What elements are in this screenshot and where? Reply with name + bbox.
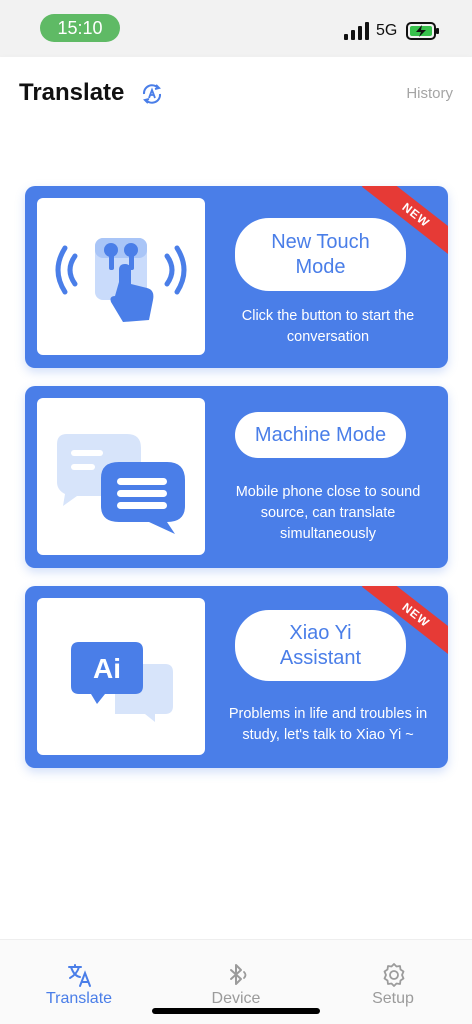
bluetooth-icon — [230, 964, 247, 985]
xiao-yi-assistant-description: Problems in life and troubles in study, … — [228, 706, 428, 743]
header: Translate History — [0, 57, 472, 129]
machine-mode-illustration — [37, 398, 205, 555]
tab-setup-label: Setup — [372, 990, 414, 1007]
gear-icon — [383, 963, 405, 987]
new-touch-mode-description: Click the button to start the conversati… — [241, 308, 415, 345]
home-indicator — [152, 1008, 320, 1014]
card-machine-mode[interactable]: Machine Mode Mobile phone close to sound… — [25, 386, 448, 568]
tab-setup[interactable]: Setup — [333, 940, 453, 1024]
machine-mode-label: Machine Mode — [254, 423, 387, 446]
machine-mode-button[interactable]: Machine Mode — [235, 412, 406, 458]
status-bar: 15:10 5G — [0, 0, 472, 57]
new-touch-mode-button[interactable]: New Touch Mode — [235, 218, 406, 291]
xiao-yi-assistant-button[interactable]: Xiao Yi Assistant — [235, 610, 406, 681]
tab-device-label: Device — [211, 990, 261, 1007]
assistant-illustration: Ai — [37, 598, 205, 755]
touch-mode-illustration — [37, 198, 205, 355]
ai-chat-icon: Ai — [71, 642, 173, 722]
auto-translate-icon — [142, 84, 162, 104]
machine-mode-description: Mobile phone close to sound source, can … — [235, 484, 421, 542]
earbuds-touch-icon — [55, 238, 187, 322]
chat-bubbles-icon — [57, 434, 185, 534]
cellular-signal-icon — [344, 22, 369, 40]
battery-charging-icon — [406, 22, 439, 40]
xiao-yi-assistant-label: Xiao Yi Assistant — [279, 621, 362, 669]
new-touch-mode-label: New Touch Mode — [271, 230, 370, 278]
network-type: 5G — [376, 22, 398, 39]
card-xiao-yi-assistant[interactable]: Ai Xiao Yi Assistant Problems in life an… — [25, 586, 448, 768]
tab-translate[interactable]: Translate — [19, 940, 139, 1024]
tab-translate-label: Translate — [45, 990, 113, 1007]
status-time: 15:10 — [40, 14, 120, 42]
page-title: Translate — [19, 79, 125, 106]
history-link[interactable]: History — [406, 85, 453, 102]
ai-icon-text: Ai — [93, 653, 121, 684]
card-new-touch-mode[interactable]: New Touch Mode Click the button to start… — [25, 186, 448, 368]
translate-icon — [68, 964, 91, 987]
